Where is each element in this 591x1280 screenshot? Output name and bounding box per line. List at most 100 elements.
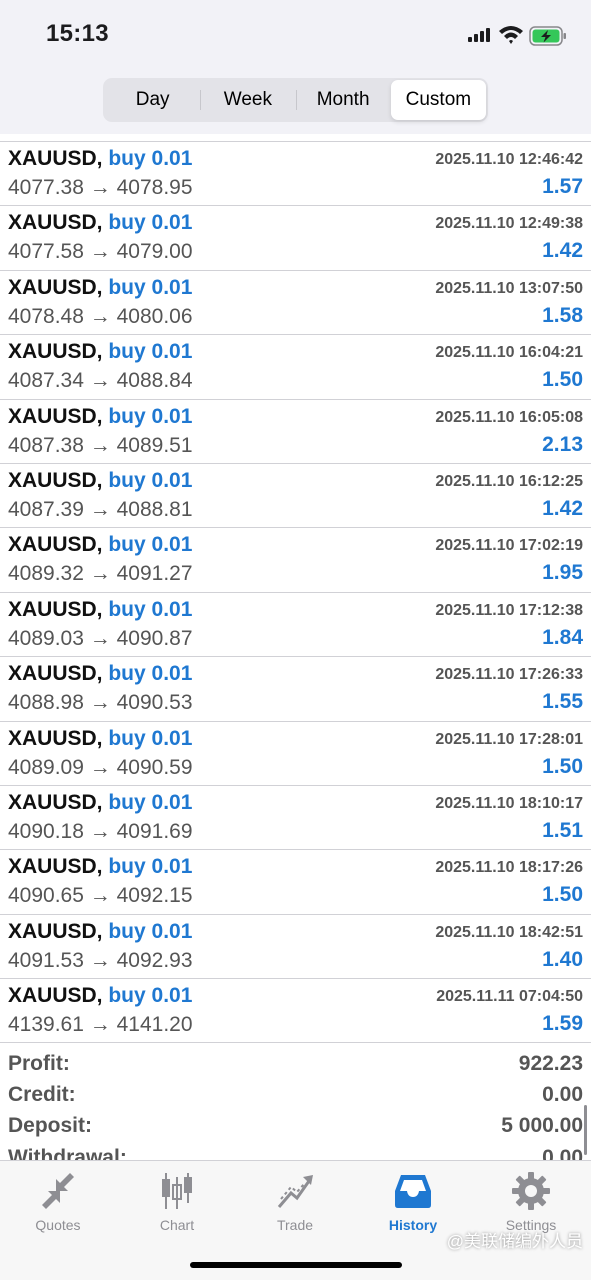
deal-open-price: 4077.58 — [8, 240, 84, 264]
deal-row[interactable]: XAUUSD, buy 0.01 4088.98 → 4090.53 2025.11… — [0, 657, 591, 722]
deal-symbol-line: XAUUSD, buy 0.01 — [8, 598, 192, 622]
deal-symbol: XAUUSD, — [8, 790, 103, 814]
deal-time: 2025.11.10 16:04:21 — [435, 344, 583, 362]
deal-prices: 4090.18 → 4091.69 — [8, 820, 193, 844]
period-week-tab[interactable]: Week — [200, 80, 295, 120]
deal-close-price: 4090.87 — [116, 626, 193, 650]
deal-close-price: 4090.59 — [116, 755, 193, 779]
deal-direction: buy 0.01 — [108, 533, 193, 557]
status-time: 15:13 — [46, 20, 109, 47]
deal-prices: 4089.03 → 4090.87 — [8, 627, 193, 651]
deal-row[interactable]: XAUUSD, buy 0.01 4089.09 → 4090.59 2025.11… — [0, 722, 591, 786]
deal-profit: 2.13 — [542, 432, 583, 456]
deal-row[interactable]: XAUUSD, buy 0.01 4139.61 → 4141.20 2025.11… — [0, 979, 591, 1044]
deal-symbol-line: XAUUSD, buy 0.01 — [8, 276, 192, 300]
deal-row[interactable]: XAUUSD, buy 0.01 4087.34 → 4088.84 2025.11… — [0, 335, 591, 400]
deal-direction: buy 0.01 — [108, 147, 193, 170]
wifi-icon — [498, 24, 524, 44]
deal-prices: 4089.09 → 4090.59 — [8, 756, 193, 780]
deal-symbol: XAUUSD, — [8, 597, 103, 621]
deal-symbol-line: XAUUSD, buy 0.01 — [8, 340, 192, 364]
summary-withdrawal-row: Withdrawal: 0.00 — [0, 1146, 591, 1160]
tab-quotes-label: Quotes — [35, 1217, 81, 1233]
deal-close-price: 4080.06 — [116, 304, 193, 328]
period-segmented-control: Day Week Month Custom — [103, 78, 488, 122]
deal-row[interactable]: XAUUSD, buy 0.01 4077.58 → 4079.00 2025.11… — [0, 206, 591, 271]
tab-chart[interactable]: Chart — [122, 1171, 232, 1241]
price-arrow-icon: → — [89, 176, 111, 199]
deal-row[interactable]: XAUUSD, buy 0.01 4077.38 → 4078.95 2025.11… — [0, 142, 591, 207]
deal-time: 2025.11.10 17:12:38 — [435, 601, 583, 619]
deal-row[interactable]: XAUUSD, buy 0.01 4090.65 → 4092.15 2025.11… — [0, 850, 591, 915]
deal-symbol-line: XAUUSD, buy 0.01 — [8, 920, 192, 944]
deal-prices: 4139.61 → 4141.20 — [8, 1013, 193, 1037]
deal-open-price: 4089.09 — [8, 755, 84, 779]
deal-open-price: 4077.38 — [8, 176, 84, 199]
deal-profit: 1.59 — [542, 1012, 583, 1036]
deal-symbol-line: XAUUSD, buy 0.01 — [8, 727, 192, 751]
price-arrow-icon: → — [89, 755, 111, 779]
tab-history-label: History — [388, 1217, 438, 1233]
tab-trade[interactable]: Trade — [240, 1171, 350, 1241]
price-arrow-icon: → — [89, 948, 111, 972]
scroll-indicator[interactable] — [584, 1105, 587, 1155]
deal-symbol: XAUUSD, — [8, 275, 103, 299]
period-custom-tab[interactable]: Custom — [390, 80, 486, 120]
deal-direction: buy 0.01 — [108, 984, 193, 1008]
tab-trade-label: Trade — [276, 1217, 314, 1233]
deal-close-price: 4092.93 — [116, 948, 193, 972]
deal-time: 2025.11.10 13:07:50 — [435, 279, 583, 297]
deal-prices: 4087.38 → 4089.51 — [8, 434, 193, 458]
price-arrow-icon: → — [89, 433, 111, 457]
price-arrow-icon: → — [89, 691, 111, 715]
deal-symbol-line: XAUUSD, buy 0.01 — [8, 791, 192, 815]
deal-open-price: 4090.65 — [8, 884, 84, 908]
deal-symbol: XAUUSD, — [8, 340, 103, 364]
deal-row[interactable]: XAUUSD, buy 0.01 4089.03 → 4090.87 2025.11… — [0, 593, 591, 658]
home-indicator[interactable] — [190, 1262, 402, 1268]
summary-deposit-label: Deposit: — [8, 1114, 92, 1137]
deal-direction: buy 0.01 — [108, 855, 193, 879]
deal-prices: 4091.53 → 4092.93 — [8, 949, 193, 973]
deal-row[interactable]: XAUUSD, buy 0.01 4089.32 → 4091.27 2025.11… — [0, 528, 591, 593]
deal-direction: buy 0.01 — [108, 468, 193, 492]
deals-history-list[interactable]: XAUUSD, buy 0.01 4077.38 → 4078.95 2025.11… — [0, 134, 591, 1044]
price-arrow-icon: → — [89, 304, 111, 328]
deal-direction: buy 0.01 — [108, 597, 193, 621]
deal-time: 2025.11.10 17:28:01 — [435, 730, 583, 748]
deal-row[interactable]: XAUUSD, buy 0.01 4087.38 → 4089.51 2025.11… — [0, 400, 591, 464]
deal-prices: 4089.32 → 4091.27 — [8, 562, 193, 586]
deal-time: 2025.11.10 18:42:51 — [435, 923, 583, 941]
deal-open-price: 4088.98 — [8, 691, 84, 715]
deal-symbol-line: XAUUSD, buy 0.01 — [8, 533, 192, 557]
deal-symbol: XAUUSD, — [8, 468, 103, 492]
battery-charging-icon — [529, 26, 567, 46]
deal-symbol: XAUUSD, — [8, 726, 103, 750]
deal-symbol-line: XAUUSD, buy 0.01 — [8, 147, 192, 171]
period-day-tab[interactable]: Day — [105, 80, 200, 120]
deal-close-price: 4079.00 — [116, 240, 193, 264]
deal-direction: buy 0.01 — [108, 404, 193, 428]
deal-symbol-line: XAUUSD, buy 0.01 — [8, 662, 192, 686]
deal-symbol: XAUUSD, — [8, 533, 103, 557]
partially-hidden-row — [0, 134, 591, 142]
deal-direction: buy 0.01 — [108, 275, 193, 299]
deal-time: 2025.11.11 07:04:50 — [436, 988, 583, 1006]
deal-close-price: 4141.20 — [116, 1013, 193, 1037]
deal-row[interactable]: XAUUSD, buy 0.01 4078.48 → 4080.06 2025.11… — [0, 271, 591, 336]
deal-time: 2025.11.10 12:46:42 — [435, 151, 583, 168]
tab-quotes[interactable]: Quotes — [3, 1171, 113, 1241]
period-month-tab[interactable]: Month — [295, 80, 391, 120]
deal-row[interactable]: XAUUSD, buy 0.01 4090.18 → 4091.69 2025.11… — [0, 786, 591, 851]
deal-close-price: 4088.81 — [116, 497, 193, 521]
deal-open-price: 4089.03 — [8, 626, 84, 650]
deal-time: 2025.11.10 18:17:26 — [435, 859, 583, 877]
deal-open-price: 4090.18 — [8, 819, 84, 843]
deal-row[interactable]: XAUUSD, buy 0.01 4087.39 → 4088.81 2025.11… — [0, 464, 591, 529]
summary-profit-label: Profit: — [8, 1052, 70, 1075]
deal-symbol-line: XAUUSD, buy 0.01 — [8, 855, 192, 879]
deal-time: 2025.11.10 17:02:19 — [435, 537, 583, 555]
price-arrow-icon: → — [89, 819, 111, 843]
summary-deposit-value: 5 000.00 — [501, 1114, 583, 1137]
deal-row[interactable]: XAUUSD, buy 0.01 4091.53 → 4092.93 2025.11… — [0, 915, 591, 980]
